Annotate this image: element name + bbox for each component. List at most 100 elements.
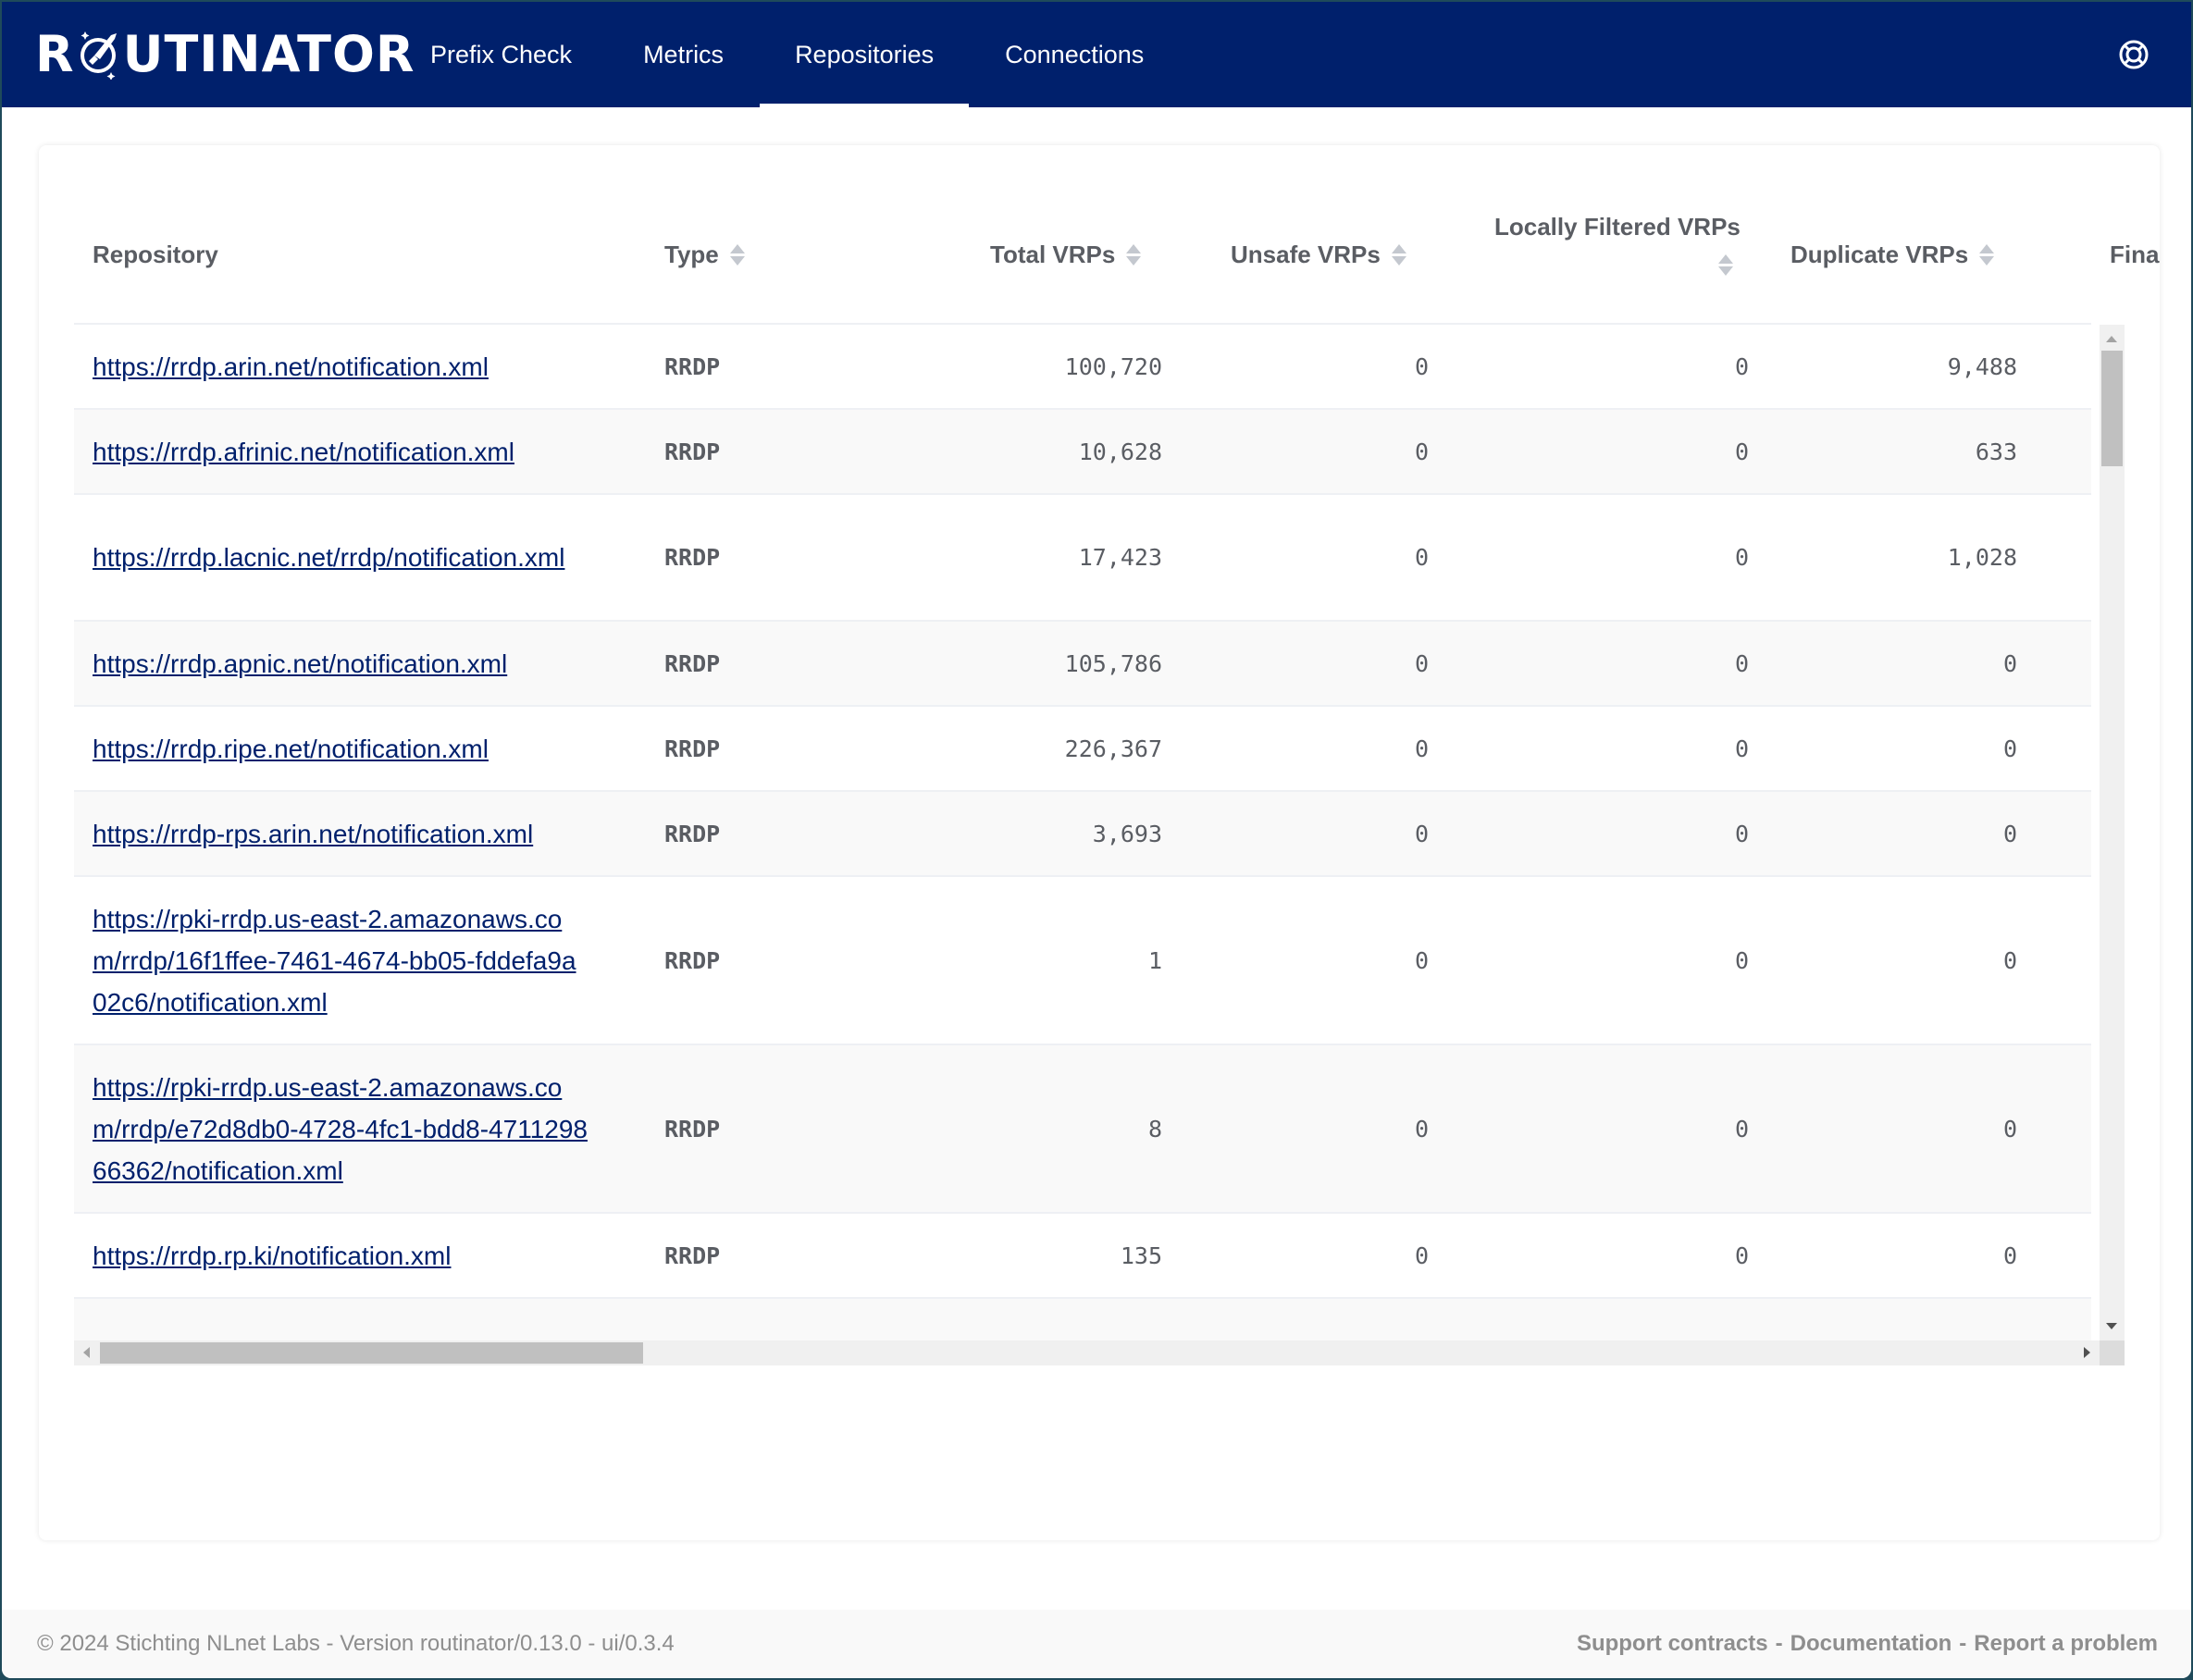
column-header-label: Duplicate VRPs [1790,241,1969,268]
horizontal-scrollbar[interactable] [74,1340,2100,1365]
column-header-duplicate-vrps[interactable]: Duplicate VRPs [1790,241,1995,269]
scroll-up-arrow-icon[interactable] [2106,336,2117,342]
repository-cell: https://rrdp.rp.ki/notification.xml [74,1214,606,1297]
filtered-vrps-cell: 0 [1734,820,1749,847]
type-cell: RRDP [664,544,721,571]
repository-cell: https://rrdp.afrinic.net/notification.xm… [74,410,606,493]
type-cell: RRDP [664,1241,721,1269]
nav-connections[interactable]: Connections [970,2,1179,107]
column-header-unsafe-vrps[interactable]: Unsafe VRPs [1231,241,1406,269]
table-header: Repository Type Total VRPs Unsafe VRPs L… [74,190,2159,325]
vertical-scrollbar[interactable] [2100,325,2125,1340]
nav-prefix-check[interactable]: Prefix Check [395,2,607,107]
separator: - [1775,1631,1783,1656]
repository-cell: https://rrdp.apnic.net/notification.xml [74,622,606,705]
sort-icon[interactable] [1126,244,1142,266]
unsafe-vrps-cell: 0 [1414,735,1429,762]
column-header-label: Total VRPs [990,241,1116,268]
separator: - [1959,1631,1967,1656]
unsafe-vrps-cell: 0 [1415,1299,1429,1340]
horizontal-scroll-thumb[interactable] [100,1342,643,1364]
repository-link[interactable]: https://rrdp.arin.net/notification.xml [93,346,489,388]
total-vrps-cell: 105,786 [1064,649,1162,677]
scroll-down-arrow-icon[interactable] [2106,1323,2117,1329]
vertical-scroll-thumb[interactable] [2101,351,2123,466]
column-header-repository: Repository [93,241,218,269]
repository-link[interactable]: https://rpki-rrdp.us-east-2.amazonaws.co… [93,1067,588,1192]
filtered-vrps-cell: 0 [1734,1115,1749,1143]
top-navbar: R UTINATOR Prefix Check Metrics Reposito… [2,2,2191,107]
repository-link[interactable]: https://rpki-rrdp.us-east-2.amazonaws.co… [93,898,588,1023]
filtered-vrps-cell: 0 [1734,649,1749,677]
type-cell: RRDP [664,946,721,974]
column-header-label: Locally Filtered VRPs [1494,213,1741,241]
routinator-logo[interactable]: R UTINATOR [35,25,415,83]
footer: © 2024 Stichting NLnet Labs - Version ro… [2,1610,2191,1678]
table-row: https://rrdp.afrinic.net/notification.xm… [74,410,2091,495]
nav-repositories[interactable]: Repositories [760,2,970,107]
unsafe-vrps-cell: 0 [1414,1115,1429,1143]
table-row: https://rrdp.apnic.net/notification.xml R… [74,622,2091,707]
repository-link[interactable]: https://rrdp.ripe.net/notification.xml [93,728,489,770]
sort-icon[interactable] [1979,244,1995,266]
app-window: R UTINATOR Prefix Check Metrics Reposito… [2,2,2191,1678]
scrollbar-corner [2100,1340,2125,1365]
repository-link[interactable]: https://rrdp.rp.ki/notification.xml [93,1235,451,1277]
repository-link[interactable]: https://rrdp.apnic.net/notification.xml [93,643,507,685]
repository-cell: https://rrdp.ripe.net/notification.xml [74,707,606,790]
table-body: https://rrdp.arin.net/notification.xml RR… [74,325,2126,1340]
filtered-vrps-cell: 0 [1734,544,1749,571]
sort-icon[interactable] [1391,244,1406,266]
repository-cell: https://rpki-rrdp.us-east-2.amazonaws.co… [74,877,606,1044]
filtered-vrps-cell: 0 [1734,946,1749,974]
duplicate-vrps-cell: 1,028 [1947,544,2017,571]
filtered-vrps-cell: 0 [1734,1241,1749,1269]
footer-links: Support contracts - Documentation - Repo… [1577,1631,2158,1657]
repositories-card: Repository Type Total VRPs Unsafe VRPs L… [39,145,2160,1540]
report-problem-link[interactable]: Report a problem [1974,1631,2158,1657]
total-vrps-cell: 10,628 [1078,438,1162,465]
repository-link[interactable]: https://rrdp.afrinic.net/notification.xm… [93,431,514,473]
total-vrps-cell: 226,367 [1064,735,1162,762]
scroll-left-arrow-icon[interactable] [83,1347,90,1358]
column-header-label: Repository [93,241,218,268]
repository-link[interactable]: https://rrdp-rps.arin.net/notification.x… [93,813,533,855]
duplicate-vrps-cell: 0 [2002,649,2017,677]
unsafe-vrps-cell: 0 [1414,438,1429,465]
column-header-total-vrps[interactable]: Total VRPs [990,241,1142,269]
repository-cell: https://rpki-rrdp.us-east-2.amazonaws.co… [74,1045,606,1212]
total-vrps-cell: 100,720 [1064,352,1162,380]
scroll-right-arrow-icon[interactable] [2084,1347,2090,1358]
column-header-final-vrps[interactable]: Fina [2110,241,2162,269]
filtered-vrps-cell: 0 [1734,352,1749,380]
total-vrps-cell: 135 [1120,1241,1162,1269]
table-row: https://rrdp.rp.ki/notification.xml RRDP 1… [74,1214,2091,1299]
table-row: https://rrdp-rps.arin.net/notification.x… [74,792,2091,877]
repository-cell: https://rrdp.lacnic.net/rrdp/notificatio… [74,495,606,620]
column-header-type[interactable]: Type [664,241,745,269]
nav-metrics[interactable]: Metrics [608,2,759,107]
column-header-locally-filtered-vrps[interactable]: Locally Filtered VRPs [1494,213,1741,276]
table-row: https://rrdp.ripe.net/notification.xml RR… [74,707,2091,792]
copyright-text: © 2024 Stichting NLnet Labs - Version ro… [37,1631,675,1656]
sort-icon[interactable] [1717,254,1733,276]
duplicate-vrps-cell: 0 [2002,946,2017,974]
unsafe-vrps-cell: 0 [1414,352,1429,380]
lifebuoy-icon[interactable] [2118,39,2150,70]
type-cell: RRDP [664,352,721,380]
support-contracts-link[interactable]: Support contracts [1577,1631,1768,1657]
sort-icon[interactable] [729,244,745,266]
type-cell: RRDP [664,1115,721,1143]
column-header-label: Unsafe VRPs [1231,241,1381,268]
filtered-vrps-cell: 0 [1734,438,1749,465]
filtered-vrps-cell: 0 [1735,1299,1749,1340]
unsafe-vrps-cell: 0 [1414,1241,1429,1269]
duplicate-vrps-cell: 633 [1975,438,2017,465]
repository-link[interactable]: https://rrdp.lacnic.net/rrdp/notificatio… [93,537,564,578]
column-header-label: Fina [2110,241,2160,268]
documentation-link[interactable]: Documentation [1790,1631,1952,1657]
duplicate-vrps-cell: 0 [2003,1299,2017,1340]
total-vrps-cell: 1 [1147,946,1162,974]
column-header-label: Type [664,241,719,268]
total-vrps-cell: 22 [1134,1299,1162,1340]
